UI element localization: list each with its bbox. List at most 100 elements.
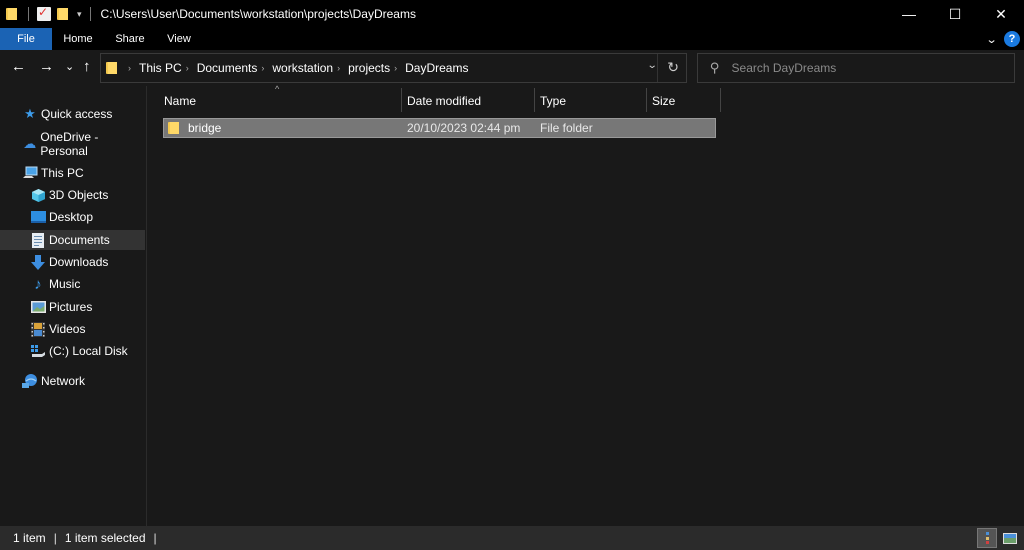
forward-button[interactable]: → <box>39 58 54 75</box>
sidebar-item-label: Music <box>49 277 81 291</box>
sidebar-item-local-disk[interactable]: (C:) Local Disk <box>0 341 145 361</box>
folder-icon <box>168 121 180 135</box>
sidebar-item-this-pc[interactable]: This PC <box>0 163 145 183</box>
sidebar-item-desktop[interactable]: Desktop <box>0 207 145 227</box>
customize-dropdown-icon[interactable]: ▾ <box>77 9 82 20</box>
view-mode-buttons <box>974 528 1020 548</box>
computer-icon <box>22 165 38 181</box>
navigation-pane: ★ Quick access ☁ OneDrive - Personal Thi… <box>0 86 147 526</box>
large-icons-view-button[interactable] <box>1000 528 1020 548</box>
back-button[interactable]: ← <box>11 58 26 75</box>
sidebar-item-label: Network <box>41 374 86 388</box>
tab-view[interactable]: View <box>156 28 202 50</box>
search-input[interactable]: Search DayDreams <box>732 61 837 75</box>
breadcrumb-daydreams[interactable]: DayDreams <box>405 61 468 75</box>
ribbon-right-controls: ⌄ ? <box>985 28 1020 50</box>
divider <box>657 54 658 82</box>
sidebar-item-music[interactable]: ♪ Music <box>0 274 145 294</box>
download-arrow-icon <box>30 254 46 270</box>
sidebar-item-pictures[interactable]: Pictures <box>0 297 145 317</box>
status-separator: | <box>153 531 157 545</box>
search-icon: ⚲ <box>710 60 720 75</box>
chevron-right-icon[interactable]: › <box>394 63 397 73</box>
navigation-bar: ← → ⌄ ↑ › This PC › Documents › workstat… <box>0 50 1024 86</box>
quick-access-toolbar: ▾ <box>0 0 99 28</box>
sidebar-item-label: 3D Objects <box>49 188 109 202</box>
star-icon: ★ <box>24 106 36 121</box>
sidebar-item-label: Pictures <box>49 300 93 314</box>
column-header-size[interactable]: Size <box>646 88 720 114</box>
tab-share[interactable]: Share <box>104 28 156 50</box>
chevron-right-icon[interactable]: › <box>186 63 189 73</box>
folder-icon <box>106 61 118 75</box>
chevron-right-icon[interactable]: › <box>337 63 340 73</box>
column-header-date-modified[interactable]: Date modified <box>401 88 534 114</box>
address-bar[interactable]: › This PC › Documents › workstation › pr… <box>100 53 687 83</box>
sidebar-item-documents[interactable]: Documents <box>0 230 145 250</box>
new-folder-icon[interactable] <box>57 7 71 21</box>
date-modified-cell: 20/10/2023 02:44 pm <box>407 121 521 135</box>
window-controls: — ☐ ✕ <box>886 0 1024 28</box>
file-name: bridge <box>188 121 222 135</box>
status-separator: | <box>53 531 57 545</box>
sidebar-item-label: (C:) Local Disk <box>49 344 128 358</box>
sidebar-item-quick-access[interactable]: ★ Quick access <box>0 104 145 124</box>
ribbon-tabs: File Home Share View ⌄ ? <box>0 28 1024 50</box>
sidebar-item-downloads[interactable]: Downloads <box>0 252 145 272</box>
sidebar-item-label: OneDrive - Personal <box>40 130 99 158</box>
chevron-right-icon[interactable]: › <box>128 63 131 73</box>
sidebar-item-label: Desktop <box>49 210 94 224</box>
column-header-type[interactable]: Type <box>534 88 646 114</box>
network-icon <box>22 373 38 389</box>
close-button[interactable]: ✕ <box>978 0 1024 28</box>
sidebar-item-onedrive[interactable]: ☁ OneDrive - Personal <box>0 130 145 158</box>
status-bar: 1 item | 1 item selected | <box>0 526 1024 550</box>
search-box[interactable]: ⚲ Search DayDreams <box>697 53 1015 83</box>
selection-count: 1 item selected <box>64 531 146 545</box>
details-view-icon <box>984 532 990 544</box>
sidebar-item-3d-objects[interactable]: 3D Objects <box>0 185 145 205</box>
sidebar-item-label: Videos <box>49 322 86 336</box>
film-icon <box>30 321 46 337</box>
sidebar-item-label: Downloads <box>49 255 109 269</box>
window-title: C:\Users\User\Documents\workstation\proj… <box>100 7 416 21</box>
sidebar-item-label: Quick access <box>41 107 113 121</box>
up-button[interactable]: ↑ <box>83 58 91 75</box>
sidebar-item-network[interactable]: Network <box>0 371 145 391</box>
maximize-button[interactable]: ☐ <box>932 0 978 28</box>
minimize-button[interactable]: — <box>886 0 932 28</box>
breadcrumb-this-pc[interactable]: This PC <box>139 61 182 75</box>
sidebar-item-label: This PC <box>41 166 84 180</box>
chevron-right-icon[interactable]: › <box>261 63 264 73</box>
breadcrumb-workstation[interactable]: workstation <box>272 61 333 75</box>
toolbar-divider <box>28 7 29 21</box>
column-divider[interactable] <box>720 88 721 112</box>
large-icons-view-icon <box>1003 532 1017 544</box>
column-header-name[interactable]: Name <box>158 88 401 114</box>
expand-ribbon-icon[interactable]: ⌄ <box>985 33 997 46</box>
desktop-icon <box>30 209 46 225</box>
document-icon <box>30 232 46 248</box>
title-bar: ▾ C:\Users\User\Documents\workstation\pr… <box>0 0 1024 28</box>
table-row[interactable]: bridge 20/10/2023 02:44 pm File folder <box>163 118 716 138</box>
tab-file[interactable]: File <box>0 28 52 50</box>
tab-home[interactable]: Home <box>52 28 104 50</box>
recent-locations-button[interactable]: ⌄ <box>65 60 74 73</box>
address-dropdown-icon[interactable]: ⌄ <box>646 60 657 71</box>
cloud-icon: ☁ <box>23 136 37 151</box>
item-count: 1 item <box>13 531 46 545</box>
toolbar-divider <box>89 7 91 21</box>
details-view-button[interactable] <box>977 528 997 548</box>
file-name-cell: bridge <box>168 119 221 137</box>
breadcrumb-projects[interactable]: projects <box>348 61 390 75</box>
sidebar-item-label: Documents <box>49 233 110 247</box>
sidebar-item-videos[interactable]: Videos <box>0 319 145 339</box>
type-cell: File folder <box>540 121 593 135</box>
cube-icon <box>30 187 46 203</box>
folder-icon <box>6 7 20 21</box>
help-icon[interactable]: ? <box>1004 31 1020 47</box>
breadcrumb-documents[interactable]: Documents <box>197 61 258 75</box>
pictures-icon <box>30 299 46 315</box>
properties-icon[interactable] <box>37 5 51 21</box>
refresh-icon[interactable]: ↻ <box>667 59 679 76</box>
